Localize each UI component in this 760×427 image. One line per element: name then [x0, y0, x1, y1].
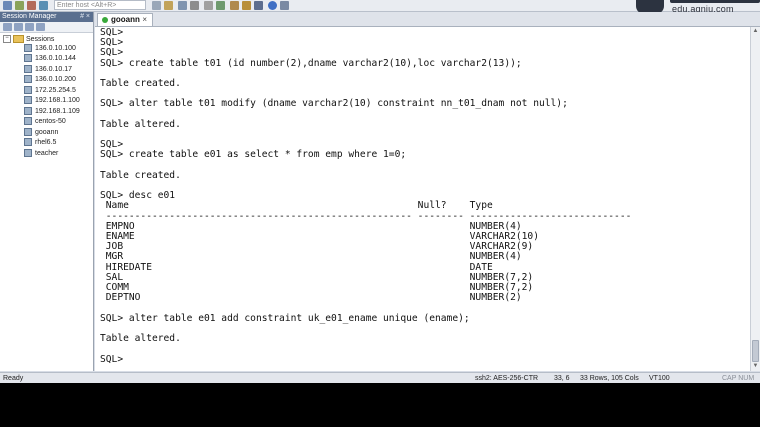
- paste-icon[interactable]: [164, 1, 173, 10]
- scrollbar-thumb[interactable]: [752, 340, 759, 362]
- quick-connect-icon[interactable]: [15, 1, 24, 10]
- session-toolbar: [0, 22, 93, 33]
- find-icon[interactable]: [178, 1, 187, 10]
- connect-icon[interactable]: [3, 1, 12, 10]
- help-icon[interactable]: [268, 1, 277, 10]
- status-cursor-position: 33, 6: [554, 375, 570, 382]
- session-icon: [24, 44, 32, 53]
- sftp-icon[interactable]: [230, 1, 239, 10]
- delete-session-icon[interactable]: [36, 23, 45, 31]
- keymap-icon[interactable]: [242, 1, 251, 10]
- scroll-up-icon[interactable]: ▲: [752, 28, 759, 35]
- copy-icon[interactable]: [152, 1, 161, 10]
- session-icon: [24, 86, 32, 95]
- session-item[interactable]: 192.168.1.100: [24, 96, 80, 106]
- global-options-icon[interactable]: [216, 1, 225, 10]
- tab-gooann[interactable]: gooann ×: [97, 13, 153, 26]
- session-item[interactable]: 192.168.1.109: [24, 107, 80, 117]
- collapse-icon[interactable]: −: [3, 35, 11, 44]
- status-terminal-size: 33 Rows, 105 Cols: [580, 375, 639, 382]
- connect-session-icon[interactable]: [14, 23, 23, 31]
- session-manager: Session Manager # × − Sessions 136.0.10.1…: [0, 12, 94, 371]
- session-icon: [24, 65, 32, 74]
- about-icon[interactable]: [280, 1, 289, 10]
- status-bar: Ready ssh2: AES-256-CTR 33, 6 33 Rows, 1…: [0, 372, 760, 383]
- session-icon: [24, 107, 32, 116]
- connected-status-icon: [102, 17, 108, 23]
- session-tab-bar: gooann ×: [95, 12, 760, 27]
- terminal-output[interactable]: SQL> SQL> SQL> SQL> create table t01 (id…: [95, 27, 750, 371]
- session-item[interactable]: teacher: [24, 149, 58, 159]
- new-session-icon[interactable]: [3, 23, 12, 31]
- tab-label: gooann: [111, 15, 140, 24]
- scroll-down-icon[interactable]: ▼: [752, 363, 759, 370]
- session-icon: [24, 128, 32, 137]
- session-icon: [24, 149, 32, 158]
- tree-root-label: Sessions: [26, 36, 55, 43]
- connect-tab-icon[interactable]: [27, 1, 36, 10]
- session-icon: [24, 117, 32, 126]
- session-icon: [24, 138, 32, 147]
- status-emulation: VT100: [649, 375, 670, 382]
- session-icon: [24, 75, 32, 84]
- watermark-banner: [670, 0, 760, 3]
- session-icon: [24, 54, 32, 63]
- session-item[interactable]: 136.0.10.144: [24, 54, 76, 64]
- session-manager-title: Session Manager: [2, 13, 57, 20]
- properties-icon[interactable]: [25, 23, 34, 31]
- session-icon: [24, 96, 32, 105]
- folder-icon: [13, 35, 24, 44]
- status-cipher: ssh2: AES-256-CTR: [475, 375, 539, 382]
- session-item[interactable]: 172.25.254.5: [24, 86, 76, 96]
- letterbox-bar: [0, 383, 760, 427]
- session-item[interactable]: 136.0.10.17: [24, 65, 72, 75]
- terminal-text: SQL> SQL> SQL> SQL> create table t01 (id…: [100, 27, 632, 365]
- session-item[interactable]: 136.0.10.100: [24, 44, 76, 54]
- session-item[interactable]: 136.0.10.200: [24, 75, 76, 85]
- status-caps-num: CAP NUM: [722, 375, 755, 382]
- session-item[interactable]: rhel6.5: [24, 138, 56, 148]
- status-ready: Ready: [3, 375, 24, 382]
- session-manager-header: Session Manager # ×: [0, 12, 93, 22]
- script-icon[interactable]: [254, 1, 263, 10]
- print-icon[interactable]: [190, 1, 199, 10]
- panel-pin-close-buttons[interactable]: # ×: [80, 12, 90, 22]
- tab-close-icon[interactable]: ×: [142, 14, 147, 26]
- session-item[interactable]: gooann: [24, 128, 58, 138]
- terminal-scrollbar[interactable]: ▲ ▼: [750, 27, 760, 371]
- securecrt-window: Enter host <Alt+R> edu.aqniu.com Session…: [0, 0, 760, 383]
- settings-icon[interactable]: [204, 1, 213, 10]
- session-item[interactable]: centos-50: [24, 117, 66, 127]
- enter-host-input[interactable]: Enter host <Alt+R>: [54, 0, 146, 10]
- reconnect-icon[interactable]: [39, 1, 48, 10]
